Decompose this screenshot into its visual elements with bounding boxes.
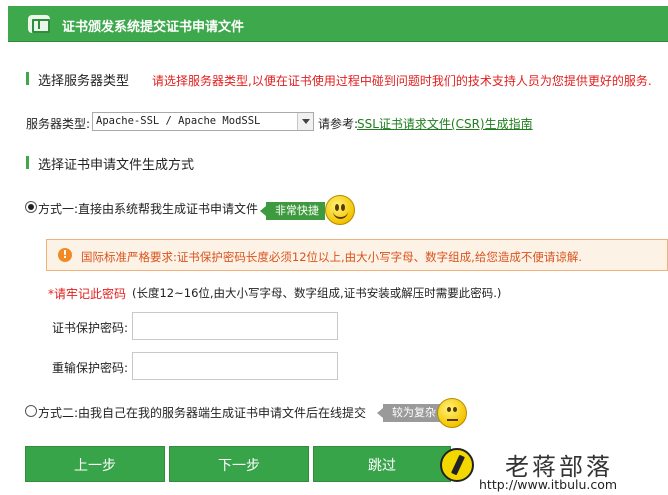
- section-marker: [26, 156, 29, 169]
- prev-button[interactable]: 上一步: [25, 446, 165, 482]
- server-type-selected-value: Apache-SSL / Apache ModSSL: [96, 115, 261, 127]
- section-title-server-type: 选择服务器类型: [38, 74, 130, 89]
- page-title: 证书颁发系统提交证书申请文件: [62, 20, 245, 35]
- next-button[interactable]: 下一步: [169, 446, 309, 482]
- method2-radio[interactable]: [25, 405, 37, 417]
- password-input[interactable]: [132, 312, 338, 340]
- reference-label: 请参考:: [318, 117, 359, 131]
- confirm-password-label: 重输保护密码:: [52, 361, 129, 375]
- method1-label[interactable]: 方式一:直接由系统帮我生成证书申请文件: [38, 200, 258, 217]
- method2-label[interactable]: 方式二:由我自己在我的服务器端生成证书申请文件后在线提交: [38, 404, 366, 421]
- password-required-note: *请牢记此密码: [48, 287, 127, 301]
- server-type-hint: 请选择服务器类型,以便在证书使用过程中碰到问题时我们的技术支持人员为您提供更好的…: [152, 74, 652, 88]
- chevron-down-icon[interactable]: [297, 113, 313, 130]
- watermark-logo-icon: [440, 448, 474, 482]
- confirm-password-input[interactable]: [132, 352, 338, 380]
- certificate-icon: [28, 15, 50, 33]
- exclamation-icon: !: [58, 248, 72, 262]
- section-marker: [26, 72, 29, 85]
- skip-button[interactable]: 跳过: [313, 446, 451, 482]
- password-warning-box: ! 国际标准严格要求:证书保护密码长度必须12位以上,由大小写字母、数字组成,给…: [46, 239, 668, 271]
- smiley-neutral-icon: [437, 398, 467, 428]
- password-label: 证书保护密码:: [52, 321, 129, 335]
- server-type-label: 服务器类型:: [26, 117, 91, 131]
- server-type-select[interactable]: Apache-SSL / Apache ModSSL: [92, 112, 314, 131]
- method1-tag: 非常快捷: [260, 202, 325, 220]
- method1-radio[interactable]: [25, 201, 37, 213]
- csr-guide-link[interactable]: SSL证书请求文件(CSR)生成指南: [357, 115, 533, 132]
- watermark-url: http://www.itbulu.com: [479, 477, 618, 492]
- method2-tag: 较为复杂: [377, 404, 442, 422]
- smiley-happy-icon: [325, 195, 355, 225]
- password-warning-text: 国际标准严格要求:证书保护密码长度必须12位以上,由大小写字母、数字组成,给您造…: [81, 250, 582, 264]
- page-header: 证书颁发系统提交证书申请文件: [8, 6, 668, 42]
- section-title-method: 选择证书申请文件生成方式: [38, 158, 195, 173]
- password-rule-note: (长度12~16位,由大小写字母、数字组成,证书安装或解压时需要此密码.): [132, 286, 502, 300]
